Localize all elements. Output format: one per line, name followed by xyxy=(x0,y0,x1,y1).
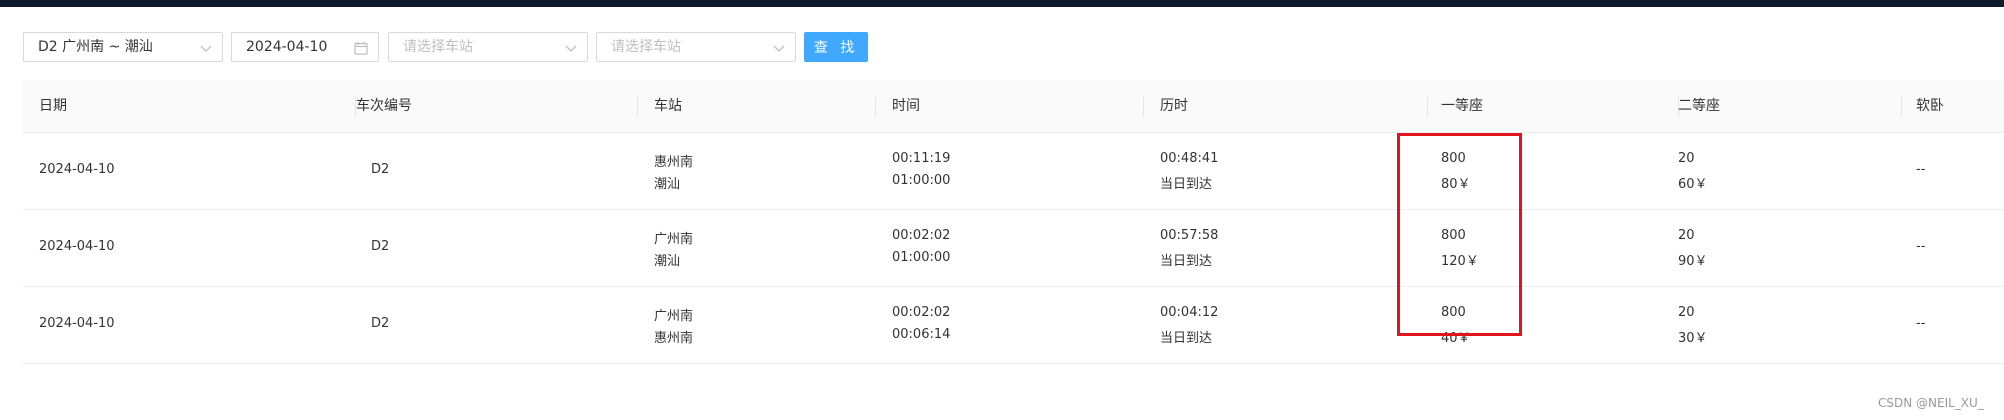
header-soft-sleeper: 软卧 xyxy=(1916,98,1944,114)
watermark: CSDN @NEIL_XU_ xyxy=(1878,396,1984,410)
table-row: 2024-04-10 D2 广州南 潮汕 00:02:02 01:00:00 0… xyxy=(23,210,2004,287)
cell-first-count: 800 xyxy=(1441,305,1466,320)
cell-duration: 00:57:58 xyxy=(1160,228,1219,243)
cell-station-to: 惠州南 xyxy=(654,331,694,346)
cell-soft-sleeper: -- xyxy=(1916,162,1926,177)
cell-soft-sleeper: -- xyxy=(1916,239,1926,254)
search-button[interactable]: 查 找 xyxy=(804,32,868,62)
column-divider xyxy=(1901,97,1902,117)
train-select[interactable]: D2 广州南 ~ 潮汕 xyxy=(23,32,223,62)
cell-time-depart: 00:11:19 xyxy=(892,151,951,166)
end-station-placeholder: 请选择车站 xyxy=(611,39,681,55)
cell-duration: 00:04:12 xyxy=(1160,305,1219,320)
header-date: 日期 xyxy=(39,98,67,114)
table-header: 日期 车次编号 车站 时间 历时 一等座 二等座 软卧 xyxy=(23,80,2004,133)
header-station: 车站 xyxy=(654,98,682,114)
cell-train: D2 xyxy=(371,162,390,177)
cell-arrival-day: 当日到达 xyxy=(1160,331,1213,346)
calendar-icon xyxy=(354,42,368,55)
cell-arrival-day: 当日到达 xyxy=(1160,254,1213,269)
top-bar xyxy=(0,0,2004,7)
column-divider xyxy=(1143,97,1144,117)
chevron-down-icon xyxy=(565,45,577,52)
date-value: 2024-04-10 xyxy=(246,39,328,55)
date-picker[interactable]: 2024-04-10 xyxy=(231,32,379,62)
cell-second-count: 20 xyxy=(1678,305,1695,320)
cell-soft-sleeper: -- xyxy=(1916,316,1926,331)
cell-date: 2024-04-10 xyxy=(39,316,115,331)
cell-station-from: 广州南 xyxy=(654,309,694,324)
cell-time-arrive: 01:00:00 xyxy=(892,173,951,188)
cell-first-price: 120￥ xyxy=(1441,254,1479,269)
start-station-placeholder: 请选择车站 xyxy=(403,39,473,55)
cell-station-to: 潮汕 xyxy=(654,177,681,192)
table-row: 2024-04-10 D2 广州南 惠州南 00:02:02 00:06:14 … xyxy=(23,287,2004,364)
cell-duration: 00:48:41 xyxy=(1160,151,1219,166)
cell-second-price: 60￥ xyxy=(1678,177,1708,192)
cell-second-price: 30￥ xyxy=(1678,331,1708,346)
cell-first-price: 80￥ xyxy=(1441,177,1471,192)
column-divider xyxy=(875,97,876,117)
header-time: 时间 xyxy=(892,98,920,114)
cell-train: D2 xyxy=(371,239,390,254)
column-divider xyxy=(1427,97,1428,117)
cell-date: 2024-04-10 xyxy=(39,162,115,177)
cell-second-price: 90￥ xyxy=(1678,254,1708,269)
train-select-value: D2 广州南 ~ 潮汕 xyxy=(38,39,153,55)
end-station-select[interactable]: 请选择车站 xyxy=(596,32,796,62)
cell-station-from: 惠州南 xyxy=(654,155,694,170)
header-train: 车次编号 xyxy=(356,98,412,114)
cell-station-to: 潮汕 xyxy=(654,254,681,269)
cell-second-count: 20 xyxy=(1678,228,1695,243)
cell-time-depart: 00:02:02 xyxy=(892,228,951,243)
column-divider xyxy=(637,97,638,117)
cell-arrival-day: 当日到达 xyxy=(1160,177,1213,192)
header-duration: 历时 xyxy=(1160,98,1188,114)
cell-time-depart: 00:02:02 xyxy=(892,305,951,320)
header-first-class: 一等座 xyxy=(1441,98,1483,114)
cell-first-count: 800 xyxy=(1441,151,1466,166)
cell-time-arrive: 01:00:00 xyxy=(892,250,951,265)
chevron-down-icon xyxy=(200,45,212,52)
chevron-down-icon xyxy=(773,45,785,52)
cell-time-arrive: 00:06:14 xyxy=(892,327,951,342)
cell-train: D2 xyxy=(371,316,390,331)
header-second-class: 二等座 xyxy=(1678,98,1720,114)
cell-station-from: 广州南 xyxy=(654,232,694,247)
table-row: 2024-04-10 D2 惠州南 潮汕 00:11:19 01:00:00 0… xyxy=(23,133,2004,210)
cell-first-count: 800 xyxy=(1441,228,1466,243)
start-station-select[interactable]: 请选择车站 xyxy=(388,32,588,62)
cell-second-count: 20 xyxy=(1678,151,1695,166)
cell-first-price: 40￥ xyxy=(1441,331,1471,346)
cell-date: 2024-04-10 xyxy=(39,239,115,254)
